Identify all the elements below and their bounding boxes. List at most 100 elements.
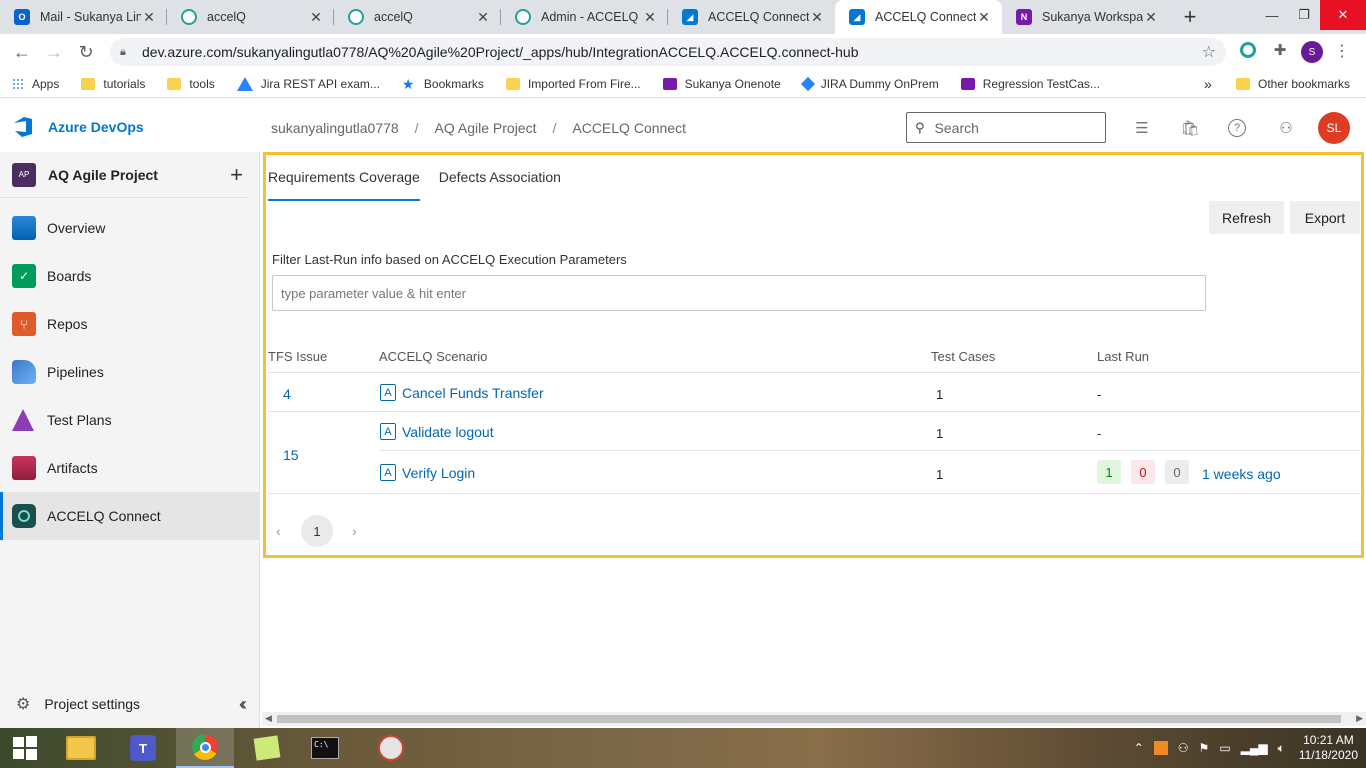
column-header-tfs-issue[interactable]: TFS Issue: [268, 349, 327, 364]
extensions-puzzle-icon[interactable]: ✚: [1272, 42, 1288, 59]
bookmark-bookmarks[interactable]: ★ Bookmarks: [402, 77, 484, 91]
browser-tab-admin[interactable]: Admin - ACCELQ ✕: [501, 0, 668, 34]
snipping-tool-icon[interactable]: [362, 728, 420, 768]
refresh-button[interactable]: Refresh: [1209, 201, 1284, 234]
close-icon[interactable]: ✕: [308, 9, 324, 26]
marketplace-bag-icon[interactable]: 🛍︎: [1180, 118, 1200, 138]
browser-tab-accelq-2[interactable]: accelQ ✕: [334, 0, 501, 34]
breadcrumb-org[interactable]: sukanyalingutla0778: [271, 120, 399, 136]
battery-icon[interactable]: ▭: [1219, 741, 1230, 755]
help-icon[interactable]: ?: [1228, 119, 1246, 137]
sidebar-item-boards[interactable]: ✓ Boards: [0, 252, 259, 300]
command-prompt-icon[interactable]: C:\: [296, 728, 354, 768]
collapse-sidebar-icon[interactable]: ‹‹: [239, 694, 247, 715]
tab-defects-association[interactable]: Defects Association: [439, 169, 561, 201]
sidebar-item-test-plans[interactable]: Test Plans: [0, 396, 259, 444]
close-icon[interactable]: ✕: [809, 9, 825, 26]
sticky-notes-icon[interactable]: [238, 728, 296, 768]
new-tab-button[interactable]: +: [1175, 0, 1205, 34]
close-icon[interactable]: ✕: [976, 9, 992, 26]
teams-icon[interactable]: T: [114, 728, 172, 768]
project-settings-button[interactable]: ⚙ Project settings ‹‹: [0, 680, 259, 728]
work-items-icon[interactable]: ☰: [1132, 118, 1152, 138]
volume-icon[interactable]: 🔈︎: [1278, 741, 1285, 756]
sidebar-item-overview[interactable]: Overview: [0, 204, 259, 252]
tfs-issue-link[interactable]: 4: [283, 386, 291, 402]
url-input[interactable]: 🔒︎ dev.azure.com/sukanyalingutla0778/AQ%…: [110, 38, 1226, 66]
sidebar-item-artifacts[interactable]: Artifacts: [0, 444, 259, 492]
bookmark-jira-dummy[interactable]: JIRA Dummy OnPrem: [800, 76, 939, 91]
project-selector[interactable]: AP AQ Agile Project +: [0, 152, 249, 198]
wifi-icon[interactable]: ▂▄▆: [1241, 741, 1268, 755]
scenario-link[interactable]: A Cancel Funds Transfer: [380, 384, 544, 401]
page-number-button[interactable]: 1: [301, 515, 333, 547]
browser-tab-workspace[interactable]: N Sukanya Workspac ✕: [1002, 0, 1169, 34]
scenario-link[interactable]: A Verify Login: [380, 464, 475, 481]
restore-button[interactable]: ❐: [1288, 0, 1320, 30]
close-icon[interactable]: ✕: [141, 9, 157, 26]
bookmark-onenote[interactable]: Sukanya Onenote: [662, 77, 781, 91]
bookmark-tutorials[interactable]: tutorials: [81, 77, 145, 91]
avatar[interactable]: SL: [1318, 112, 1350, 144]
breadcrumb-hub[interactable]: ACCELQ Connect: [572, 120, 686, 136]
reload-button[interactable]: ↻: [70, 36, 102, 68]
bookmark-regression[interactable]: Regression TestCas...: [960, 77, 1100, 91]
scrollbar-thumb[interactable]: [277, 715, 1341, 723]
next-page-button[interactable]: ›: [352, 523, 357, 539]
window-close-button[interactable]: ✕: [1320, 0, 1366, 30]
failed-count-badge[interactable]: 0: [1131, 460, 1155, 484]
scroll-right-icon[interactable]: ▶: [1356, 713, 1363, 724]
last-run-time-link[interactable]: 1 weeks ago: [1202, 466, 1281, 482]
tray-app-icon[interactable]: [1153, 741, 1168, 755]
export-button[interactable]: Export: [1290, 201, 1360, 234]
clock[interactable]: 10:21 AM 11/18/2020: [1299, 733, 1358, 763]
browser-tab-accelq[interactable]: accelQ ✕: [167, 0, 334, 34]
search-input[interactable]: ⚲ Search: [906, 112, 1106, 143]
bookmark-apps[interactable]: Apps: [12, 77, 59, 91]
bookmark-star-icon[interactable]: ☆: [1202, 42, 1216, 62]
forward-button[interactable]: →: [38, 36, 70, 68]
scenario-link[interactable]: A Validate logout: [380, 423, 494, 440]
close-icon[interactable]: ✕: [475, 9, 491, 26]
sidebar-item-repos[interactable]: ⑂ Repos: [0, 300, 259, 348]
chrome-menu-icon[interactable]: ⋮: [1334, 42, 1350, 60]
browser-tab-accelq-connect-active[interactable]: ◢ ACCELQ Connect - ✕: [835, 0, 1002, 34]
bookmark-imported[interactable]: Imported From Fire...: [505, 77, 641, 91]
previous-page-button[interactable]: ‹: [276, 523, 281, 539]
passed-count-badge[interactable]: 1: [1097, 460, 1121, 484]
start-button[interactable]: [0, 728, 50, 768]
browser-tab-mail[interactable]: O Mail - Sukanya Ling ✕: [0, 0, 167, 34]
flag-icon[interactable]: ⚑: [1199, 741, 1210, 755]
tfs-issue-link[interactable]: 15: [283, 447, 299, 463]
accelq-extension-icon[interactable]: [1240, 42, 1256, 58]
bookmark-jira-rest[interactable]: Jira REST API exam...: [236, 76, 380, 91]
close-icon[interactable]: ✕: [1143, 9, 1159, 26]
browser-tab-accelq-connect[interactable]: ◢ ACCELQ Connect - ✕: [668, 0, 835, 34]
file-explorer-icon[interactable]: [52, 728, 110, 768]
filter-parameter-input[interactable]: type parameter value & hit enter: [272, 275, 1206, 311]
bookmark-tools[interactable]: tools: [167, 77, 215, 91]
sidebar-item-pipelines[interactable]: Pipelines: [0, 348, 259, 396]
close-icon[interactable]: ✕: [642, 9, 658, 26]
azure-devops-logo[interactable]: Azure DevOps: [12, 116, 144, 138]
column-header-scenario[interactable]: ACCELQ Scenario: [379, 349, 487, 364]
add-icon[interactable]: +: [230, 162, 243, 188]
chrome-icon[interactable]: [176, 728, 234, 768]
column-header-last-run[interactable]: Last Run: [1097, 349, 1149, 364]
horizontal-scrollbar[interactable]: ◀ ▶: [262, 712, 1366, 726]
breadcrumb-project[interactable]: AQ Agile Project: [435, 120, 537, 136]
show-hidden-icons[interactable]: ⌃: [1134, 741, 1144, 755]
tab-requirements-coverage[interactable]: Requirements Coverage: [268, 169, 420, 201]
profile-avatar[interactable]: S: [1301, 41, 1323, 63]
other-count-badge[interactable]: 0: [1165, 460, 1189, 484]
bookmarks-overflow-button[interactable]: »: [1204, 76, 1212, 92]
sidebar-item-accelq-connect[interactable]: ACCELQ Connect: [0, 492, 259, 540]
people-icon[interactable]: ⚇: [1178, 741, 1189, 755]
scroll-left-icon[interactable]: ◀: [265, 713, 272, 724]
column-header-test-cases[interactable]: Test Cases: [931, 349, 995, 364]
scenario-icon: A: [380, 464, 396, 481]
bookmark-other[interactable]: Other bookmarks: [1236, 77, 1350, 91]
user-settings-icon[interactable]: ⚇: [1276, 118, 1296, 138]
back-button[interactable]: ←: [6, 36, 38, 68]
minimize-button[interactable]: —: [1256, 0, 1288, 30]
